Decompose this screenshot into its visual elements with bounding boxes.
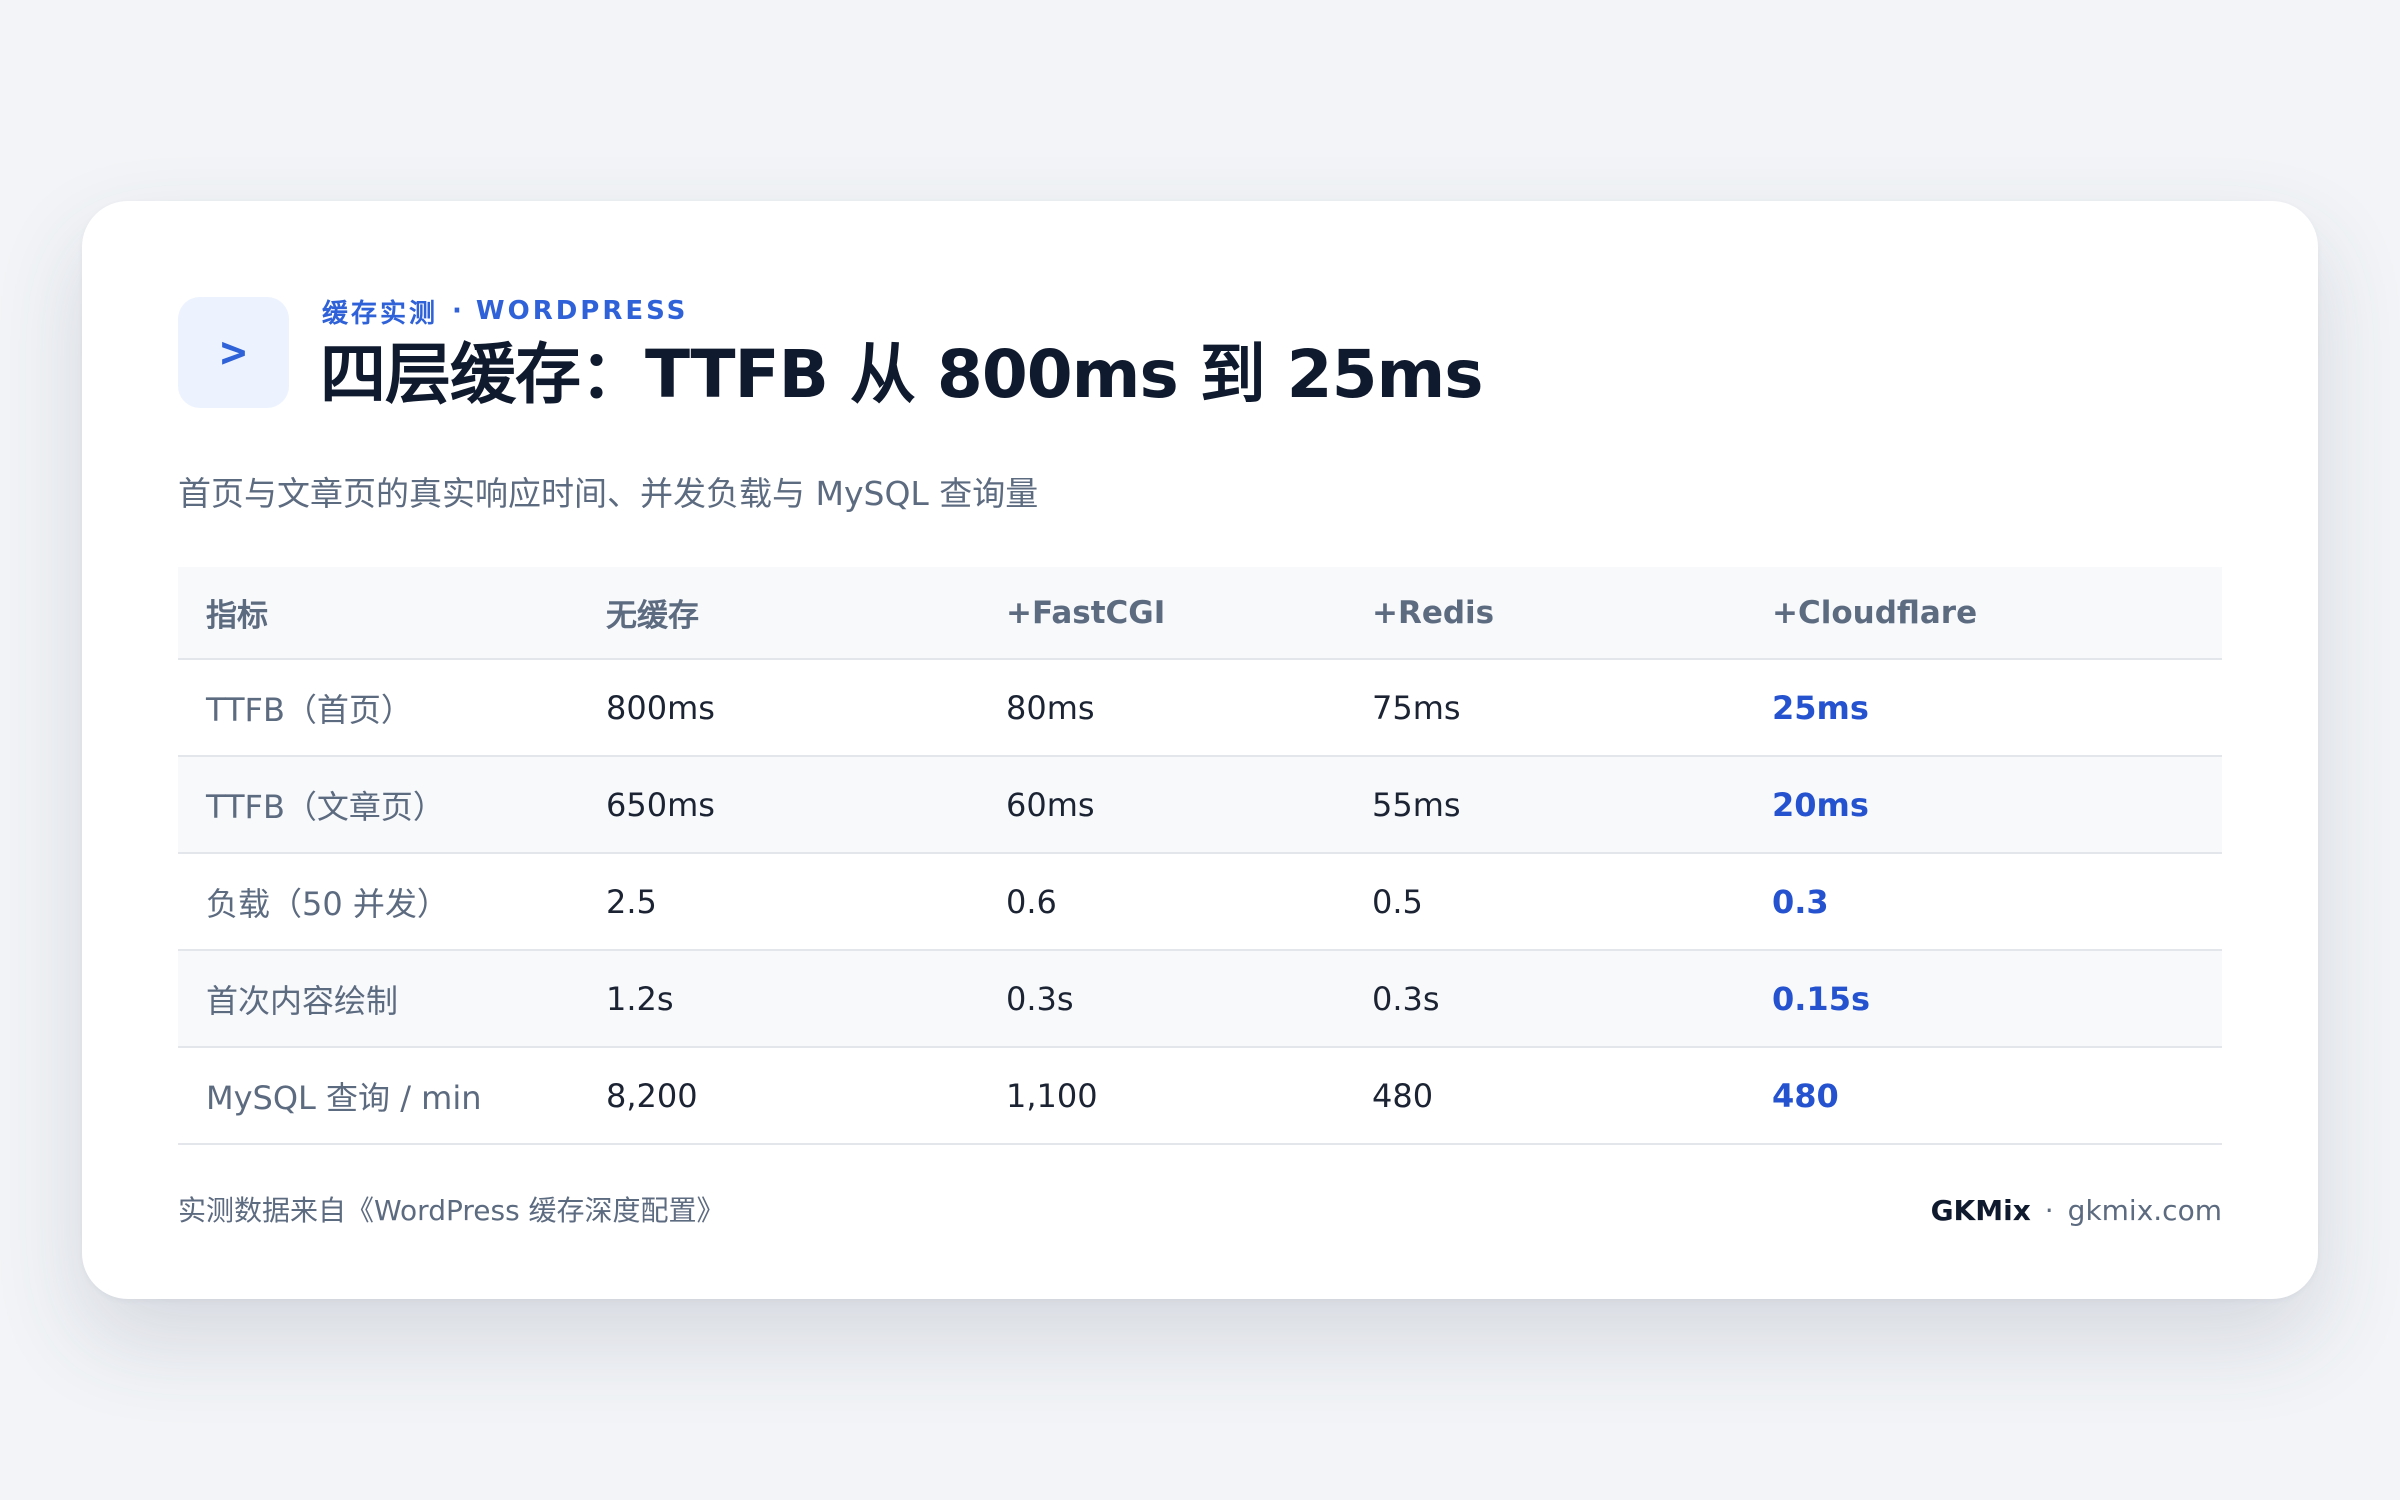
site-url: gkmix.com	[2067, 1194, 2222, 1227]
column-header-fastcgi: +FastCGI	[978, 567, 1344, 660]
cell-cloudflare: 480	[1744, 1047, 2222, 1145]
cell-fastcgi: 0.6	[978, 853, 1344, 951]
table-row: TTFB（文章页） 650ms 60ms 55ms 20ms	[178, 756, 2222, 854]
brand-signature: GKMix · gkmix.com	[1931, 1189, 2222, 1233]
page-subtitle: 首页与文章页的真实响应时间、并发负载与 MySQL 查询量	[178, 474, 1039, 513]
table-row: 首次内容绘制 1.2s 0.3s 0.3s 0.15s	[178, 950, 2222, 1048]
cell-cloudflare: 0.3	[1744, 853, 2222, 951]
cell-redis: 75ms	[1344, 659, 1744, 757]
chevron-right-icon: >	[220, 326, 247, 378]
column-header-redis: +Redis	[1344, 567, 1744, 660]
page-title: 四层缓存：TTFB 从 800ms 到 25ms	[320, 336, 1484, 413]
cell-cloudflare: 0.15s	[1744, 950, 2222, 1048]
terminal-badge: >	[178, 297, 289, 408]
cell-redis: 0.3s	[1344, 950, 1744, 1048]
eyebrow-topic: WORDPRESS	[475, 296, 689, 326]
cell-redis: 55ms	[1344, 756, 1744, 854]
row-metric-label: TTFB（文章页）	[178, 756, 578, 854]
brand-separator: ·	[2044, 1194, 2054, 1227]
source-note: 实测数据来自《WordPress 缓存深度配置》	[178, 1194, 725, 1227]
cell-fastcgi: 0.3s	[978, 950, 1344, 1048]
row-metric-label: 首次内容绘制	[178, 950, 578, 1048]
metrics-table: 指标 无缓存 +FastCGI +Redis +Cloudflare TTFB（…	[178, 567, 2222, 1145]
cell-fastcgi: 60ms	[978, 756, 1344, 854]
column-header-cloudflare: +Cloudflare	[1744, 567, 2222, 660]
cell-no-cache: 1.2s	[578, 950, 978, 1048]
table-row: MySQL 查询 / min 8,200 1,100 480 480	[178, 1047, 2222, 1145]
row-metric-label: 负载（50 并发）	[178, 853, 578, 951]
cell-fastcgi: 80ms	[978, 659, 1344, 757]
brand-name: GKMix	[1930, 1194, 2031, 1227]
cell-redis: 0.5	[1344, 853, 1744, 951]
cell-no-cache: 2.5	[578, 853, 978, 951]
table-header-row: 指标 无缓存 +FastCGI +Redis +Cloudflare	[178, 567, 2222, 660]
benchmark-card: > 缓存实测 · WORDPRESS 四层缓存：TTFB 从 800ms 到 2…	[82, 201, 2318, 1299]
cell-no-cache: 8,200	[578, 1047, 978, 1145]
cell-no-cache: 650ms	[578, 756, 978, 854]
eyebrow-separator: ·	[452, 296, 462, 326]
cell-redis: 480	[1344, 1047, 1744, 1145]
column-header-metric: 指标	[178, 567, 578, 660]
row-metric-label: TTFB（首页）	[178, 659, 578, 757]
table-row: TTFB（首页） 800ms 80ms 75ms 25ms	[178, 659, 2222, 757]
cell-fastcgi: 1,100	[978, 1047, 1344, 1145]
column-header-no-cache: 无缓存	[578, 567, 978, 660]
cell-no-cache: 800ms	[578, 659, 978, 757]
eyebrow-category: 缓存实测	[322, 298, 439, 329]
table-row: 负载（50 并发） 2.5 0.6 0.5 0.3	[178, 853, 2222, 951]
cell-cloudflare: 20ms	[1744, 756, 2222, 854]
row-metric-label: MySQL 查询 / min	[178, 1047, 578, 1145]
cell-cloudflare: 25ms	[1744, 659, 2222, 757]
